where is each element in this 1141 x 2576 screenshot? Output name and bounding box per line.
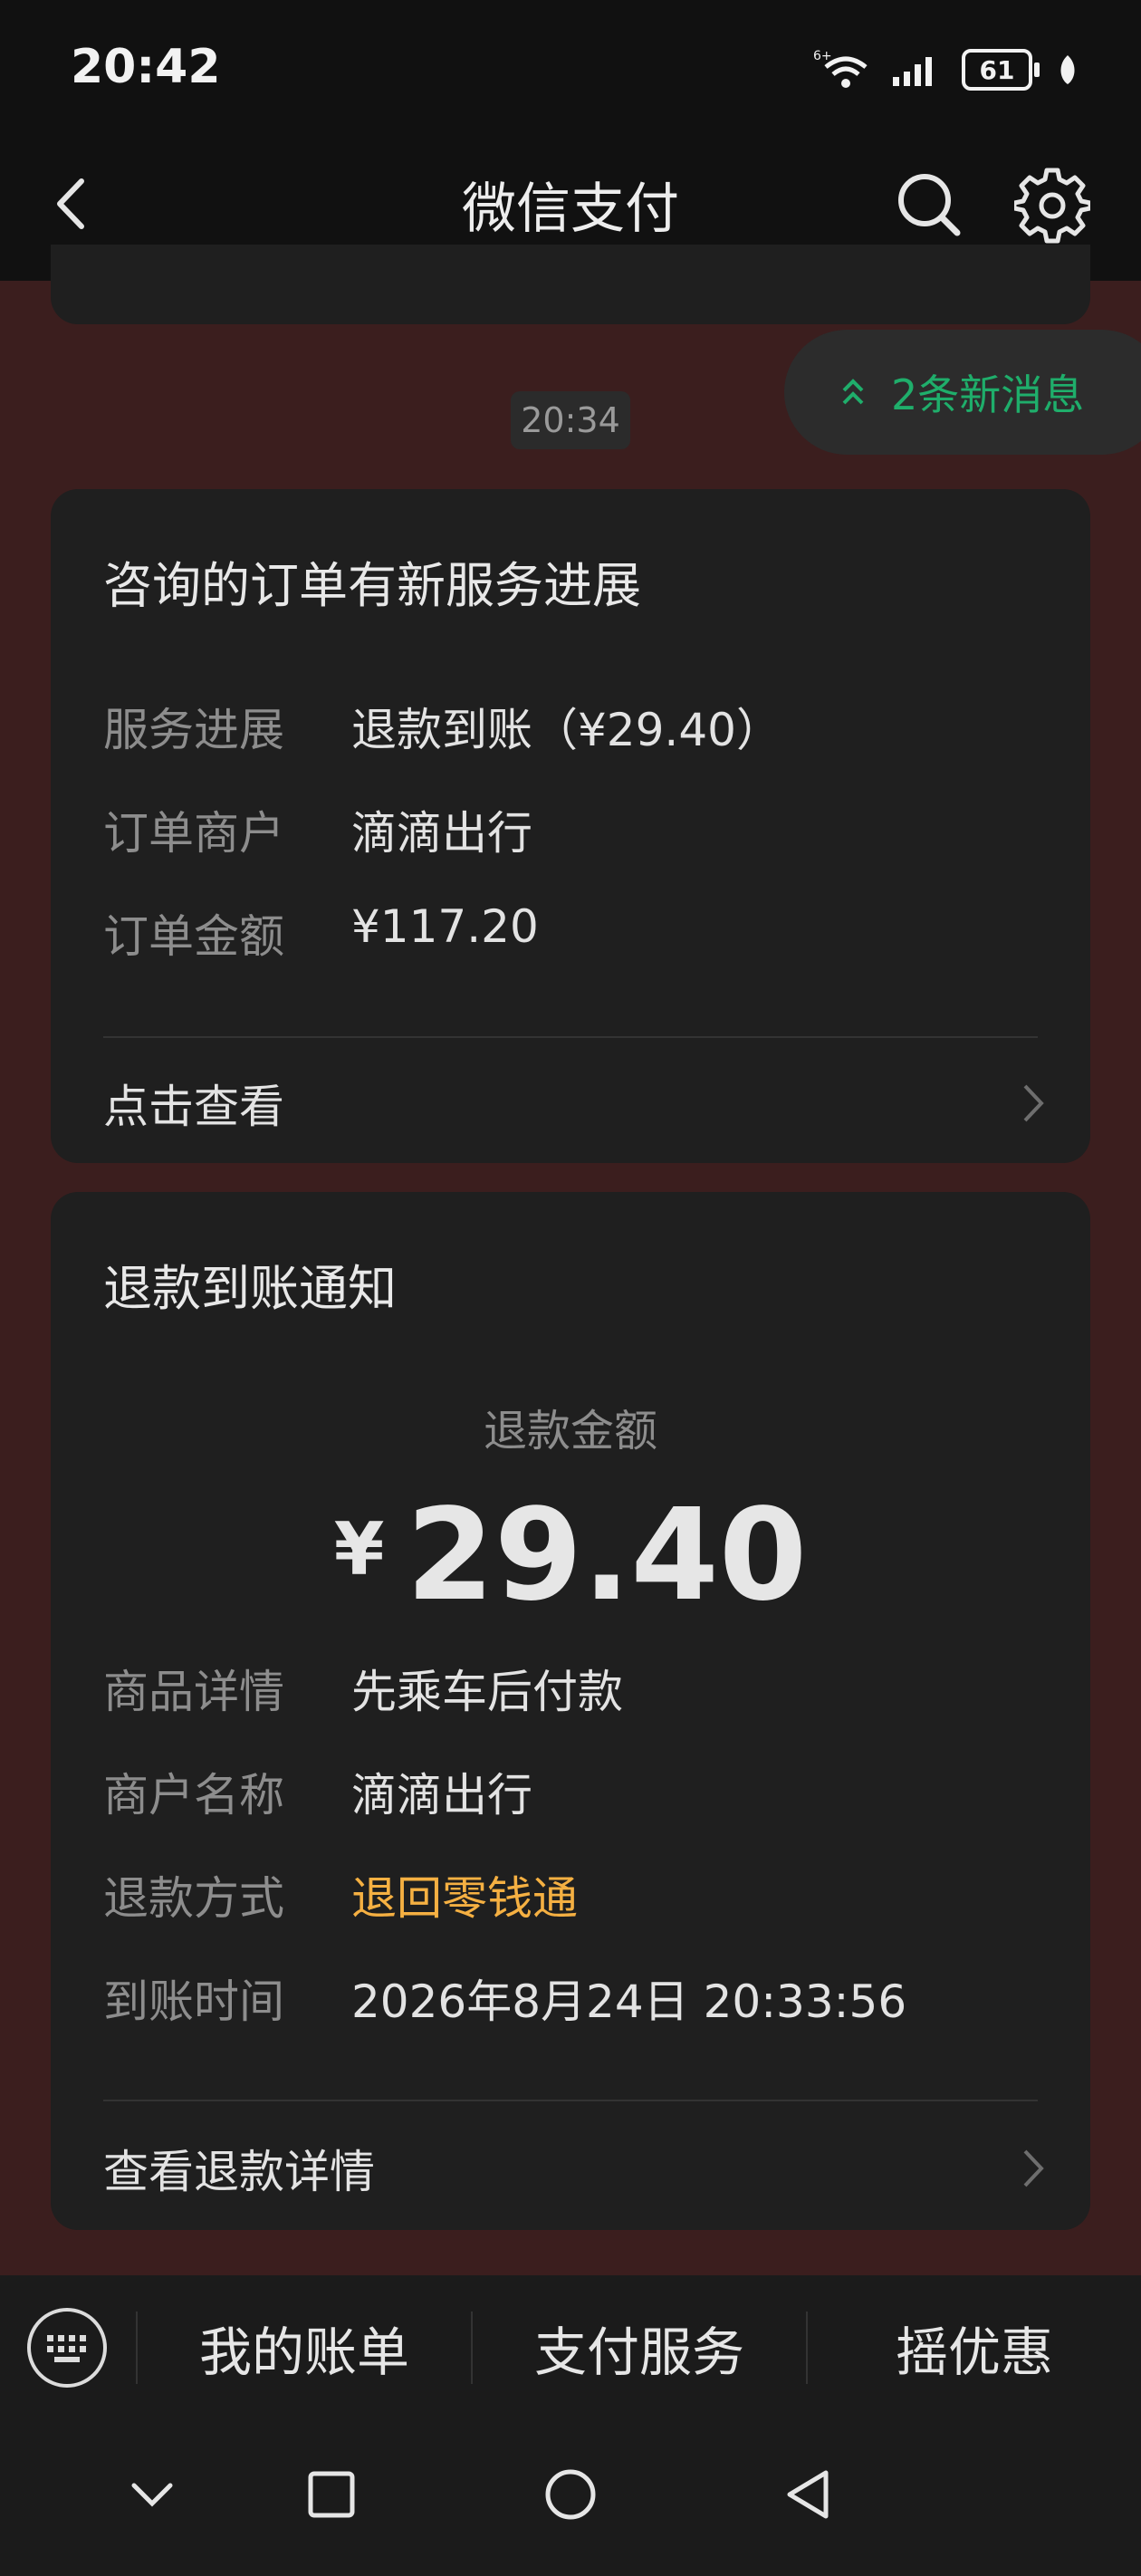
row-value: 滴滴出行	[351, 807, 532, 860]
search-icon[interactable]	[892, 168, 964, 240]
row-label: 到账时间	[103, 1975, 284, 2028]
currency-symbol: ¥	[333, 1507, 385, 1591]
chevron-right-icon	[1023, 1084, 1044, 1122]
row-value: ¥117.20	[351, 900, 539, 953]
menu-my-bills[interactable]: 我的账单	[138, 2275, 471, 2420]
chevron-up-icon	[842, 379, 864, 405]
new-messages-button[interactable]: 2条新消息	[784, 330, 1141, 455]
row-label: 商户名称	[103, 1769, 284, 1821]
refund-method-value: 退回零钱通	[351, 1872, 578, 1925]
square-icon[interactable]	[306, 2469, 357, 2520]
divider	[103, 1036, 1038, 1038]
row-value: 2026年8月24日 20:33:56	[351, 1975, 907, 2028]
keyboard-icon[interactable]	[27, 2308, 107, 2388]
row-label: 服务进展	[103, 704, 284, 756]
chat-timestamp: 20:34	[511, 391, 630, 449]
gear-icon[interactable]	[1014, 168, 1090, 244]
chevron-right-icon	[1023, 2149, 1044, 2187]
service-progress-card: 咨询的订单有新服务进展 服务进展 退款到账（¥29.40） 订单商户 滴滴出行 …	[51, 489, 1090, 1163]
row-value: 先乘车后付款	[351, 1666, 623, 1718]
card-title: 咨询的订单有新服务进展	[103, 557, 641, 614]
info-row: 到账时间 2026年8月24日 20:33:56	[103, 1966, 906, 2031]
info-row: 订单金额 ¥117.20	[103, 900, 539, 966]
row-value: 滴滴出行	[351, 1769, 532, 1821]
row-label: 订单商户	[103, 807, 284, 860]
network-type-label: 6+	[813, 49, 832, 63]
refund-notification-card: 退款到账通知 退款金额 ¥29.40 商品详情 先乘车后付款 商户名称 滴滴出行…	[51, 1192, 1090, 2230]
circle-icon[interactable]	[543, 2467, 598, 2522]
link-label: 点击查看	[103, 1081, 284, 1133]
keyboard-glyph	[47, 2335, 86, 2362]
refund-amount-value: 29.40	[406, 1482, 808, 1629]
divider	[103, 2100, 1038, 2101]
info-row: 退款方式 退回零钱通	[103, 1862, 578, 1927]
row-label: 退款方式	[103, 1872, 284, 1925]
system-nav-bar	[0, 2420, 1141, 2576]
refund-amount-label: 退款金额	[483, 1406, 657, 1456]
menu-payment-services[interactable]: 支付服务	[473, 2275, 806, 2420]
info-row: 商户名称 滴滴出行	[103, 1759, 532, 1824]
row-label: 订单金额	[103, 910, 284, 963]
leaf-icon	[1060, 55, 1075, 84]
chevron-down-icon[interactable]	[127, 2476, 177, 2513]
info-row: 服务进展 退款到账（¥29.40）	[103, 694, 781, 759]
info-row: 订单商户 滴滴出行	[103, 797, 532, 862]
status-icons: 6+ 61	[813, 47, 1078, 92]
bottom-menu-bar: 我的账单 支付服务 摇优惠	[0, 2275, 1141, 2420]
view-details-link[interactable]: 点击查看	[103, 1071, 1047, 1136]
card-title: 退款到账通知	[103, 1260, 397, 1317]
page-title: 微信支付	[462, 178, 679, 241]
previous-card	[51, 245, 1090, 324]
signal-icon	[893, 57, 932, 86]
menu-shake-deals[interactable]: 摇优惠	[808, 2275, 1141, 2420]
new-messages-label: 2条新消息	[891, 370, 1085, 419]
link-label: 查看退款详情	[103, 2146, 375, 2198]
status-bar: 20:42 6+ 61	[0, 0, 1141, 145]
row-label: 商品详情	[103, 1666, 284, 1718]
battery-level: 61	[979, 54, 1015, 85]
row-value: 退款到账（¥29.40）	[351, 704, 781, 756]
info-row: 商品详情 先乘车后付款	[103, 1656, 623, 1721]
refund-details-link[interactable]: 查看退款详情	[103, 2136, 1047, 2201]
status-time: 20:42	[71, 40, 221, 94]
wifi-icon: 6+	[813, 49, 868, 88]
refund-amount: ¥29.40	[51, 1482, 1090, 1629]
battery-icon: 61	[962, 49, 1040, 91]
triangle-back-icon[interactable]	[782, 2467, 833, 2522]
